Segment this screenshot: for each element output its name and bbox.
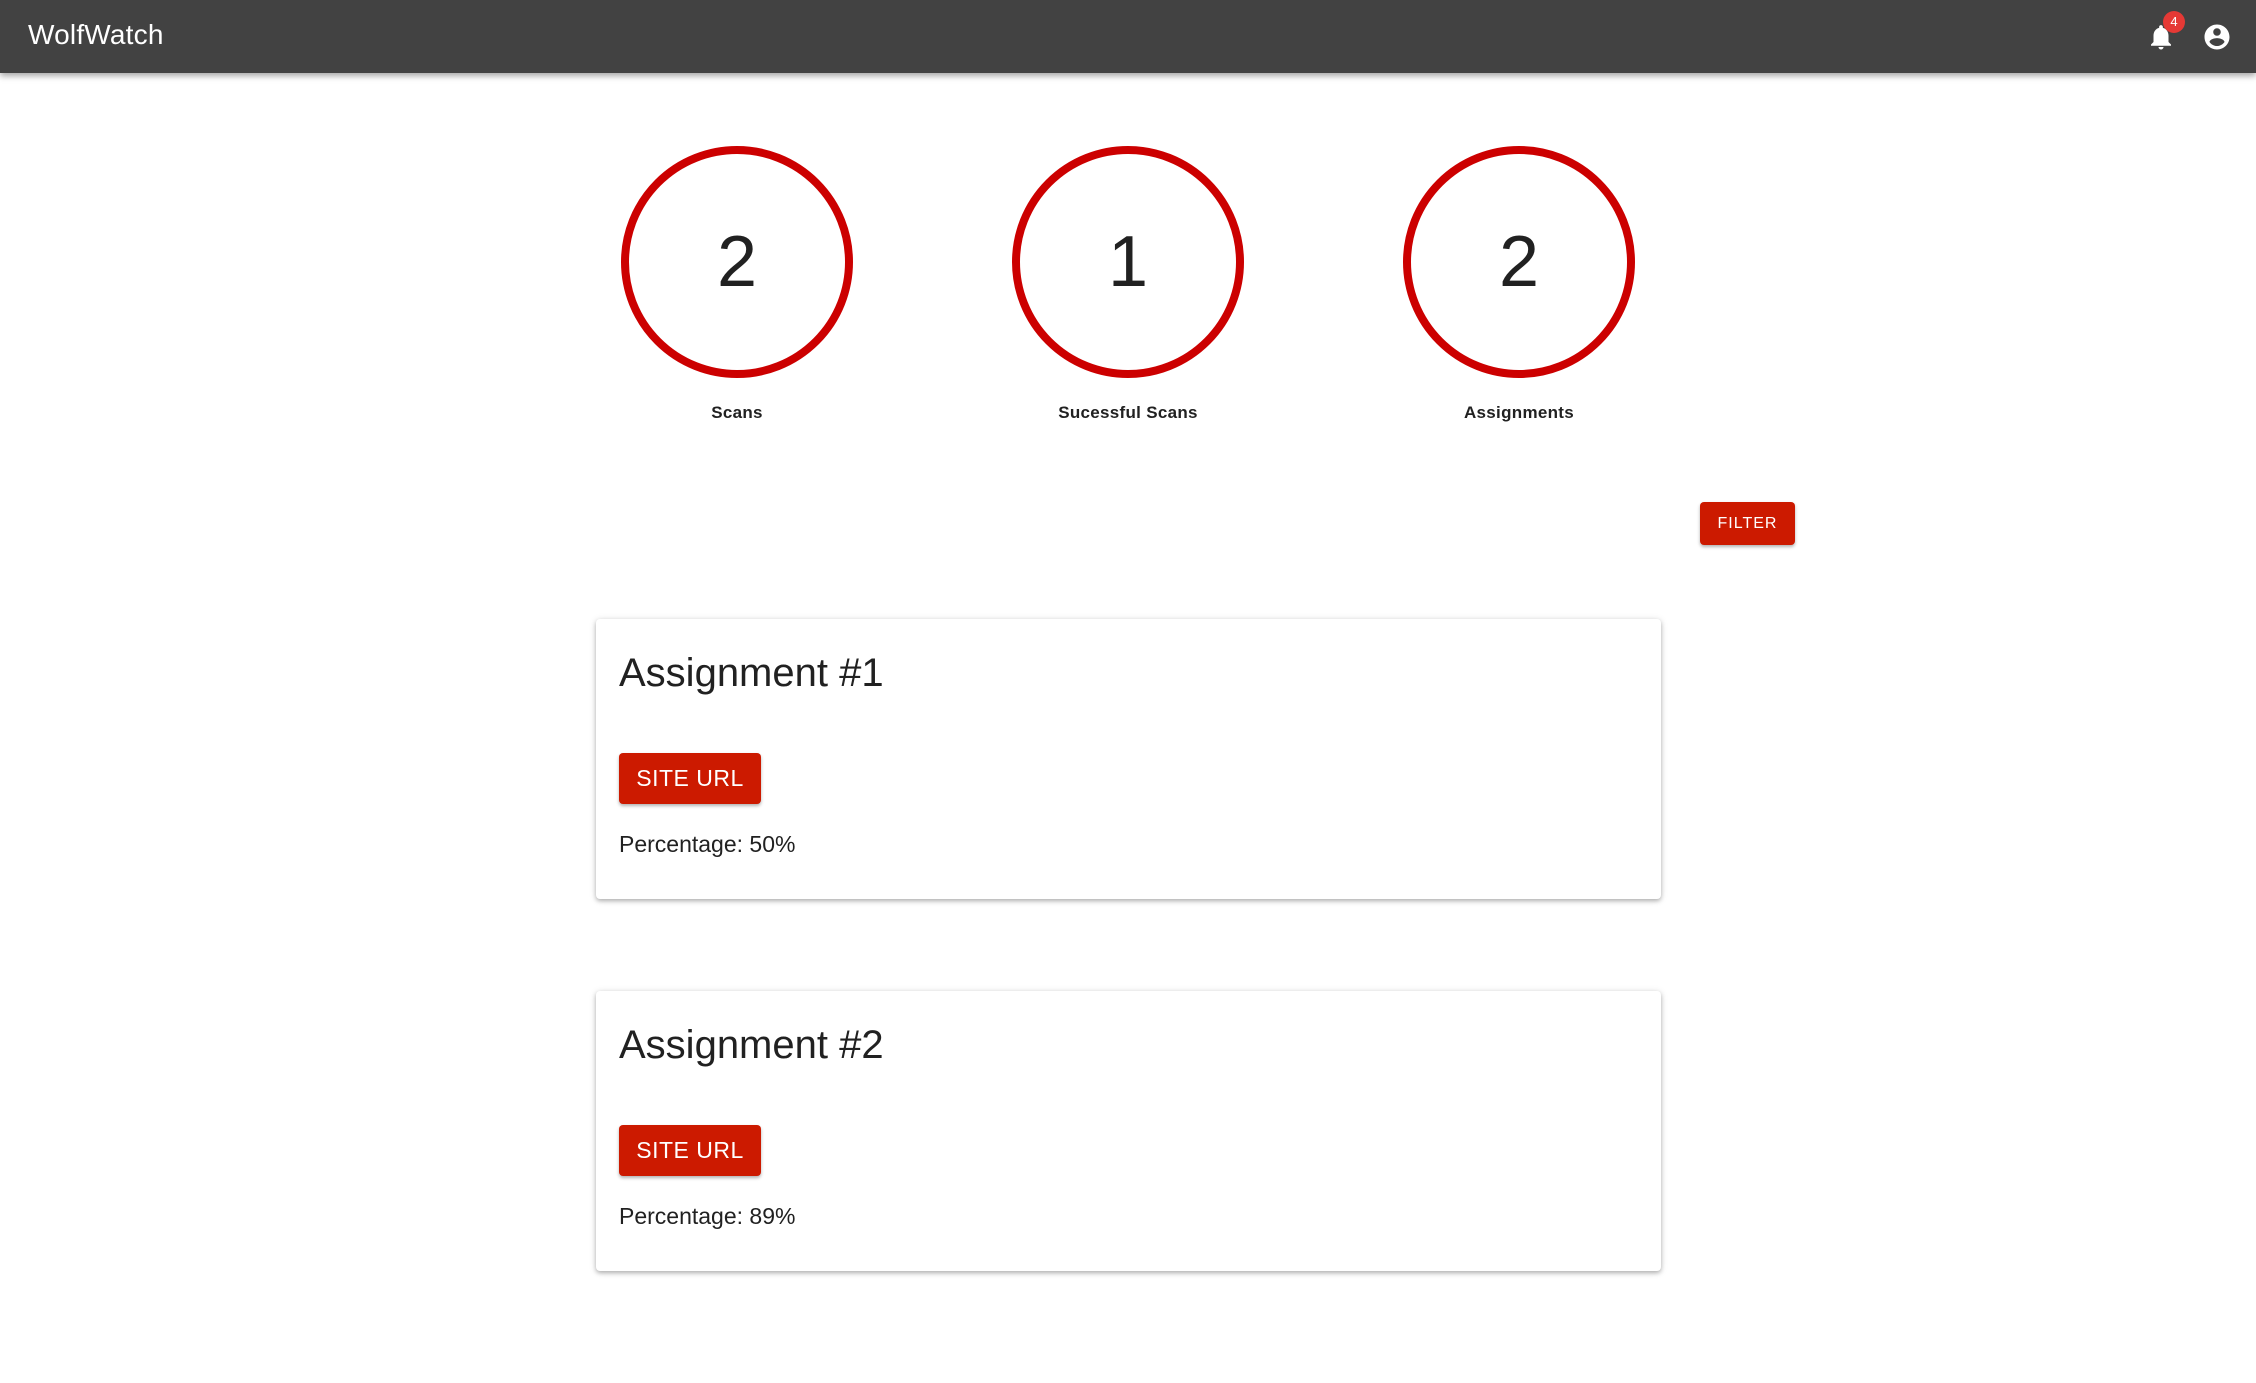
app-title[interactable]: WolfWatch <box>28 19 164 51</box>
stat-label: Scans <box>711 403 763 422</box>
account-button[interactable] <box>2196 16 2238 58</box>
assignment-card: Assignment #1 SITE URL Percentage: 50% <box>596 619 1661 899</box>
stat-value: 1 <box>1107 222 1149 302</box>
stat-label: Sucessful Scans <box>1058 403 1198 422</box>
stat-assignments: 2 Assignments <box>1399 146 1639 423</box>
assignment-percentage: Percentage: 89% <box>619 1203 796 1229</box>
site-url-button[interactable]: SITE URL <box>619 1125 761 1176</box>
stat-successful-scans: 1 Sucessful Scans <box>1008 146 1248 423</box>
assignment-percentage: Percentage: 50% <box>619 831 796 857</box>
account-circle-icon <box>2204 24 2230 50</box>
stat-label: Assignments <box>1463 403 1575 422</box>
filter-button[interactable]: FILTER <box>1700 502 1795 545</box>
stat-ring: 2 <box>621 146 853 378</box>
stat-scans: 2 Scans <box>617 146 857 423</box>
stat-value: 2 <box>1498 222 1540 302</box>
assignment-card: Assignment #2 SITE URL Percentage: 89% <box>596 991 1661 1271</box>
assignment-title: Assignment #2 <box>619 1023 884 1067</box>
stat-ring: 2 <box>1403 146 1635 378</box>
site-url-button[interactable]: SITE URL <box>619 753 761 804</box>
app-bar: WolfWatch 4 <box>0 0 2256 73</box>
notification-badge: 4 <box>2163 11 2185 33</box>
stat-value: 2 <box>716 222 758 302</box>
assignment-title: Assignment #1 <box>619 651 884 695</box>
stat-ring: 1 <box>1012 146 1244 378</box>
